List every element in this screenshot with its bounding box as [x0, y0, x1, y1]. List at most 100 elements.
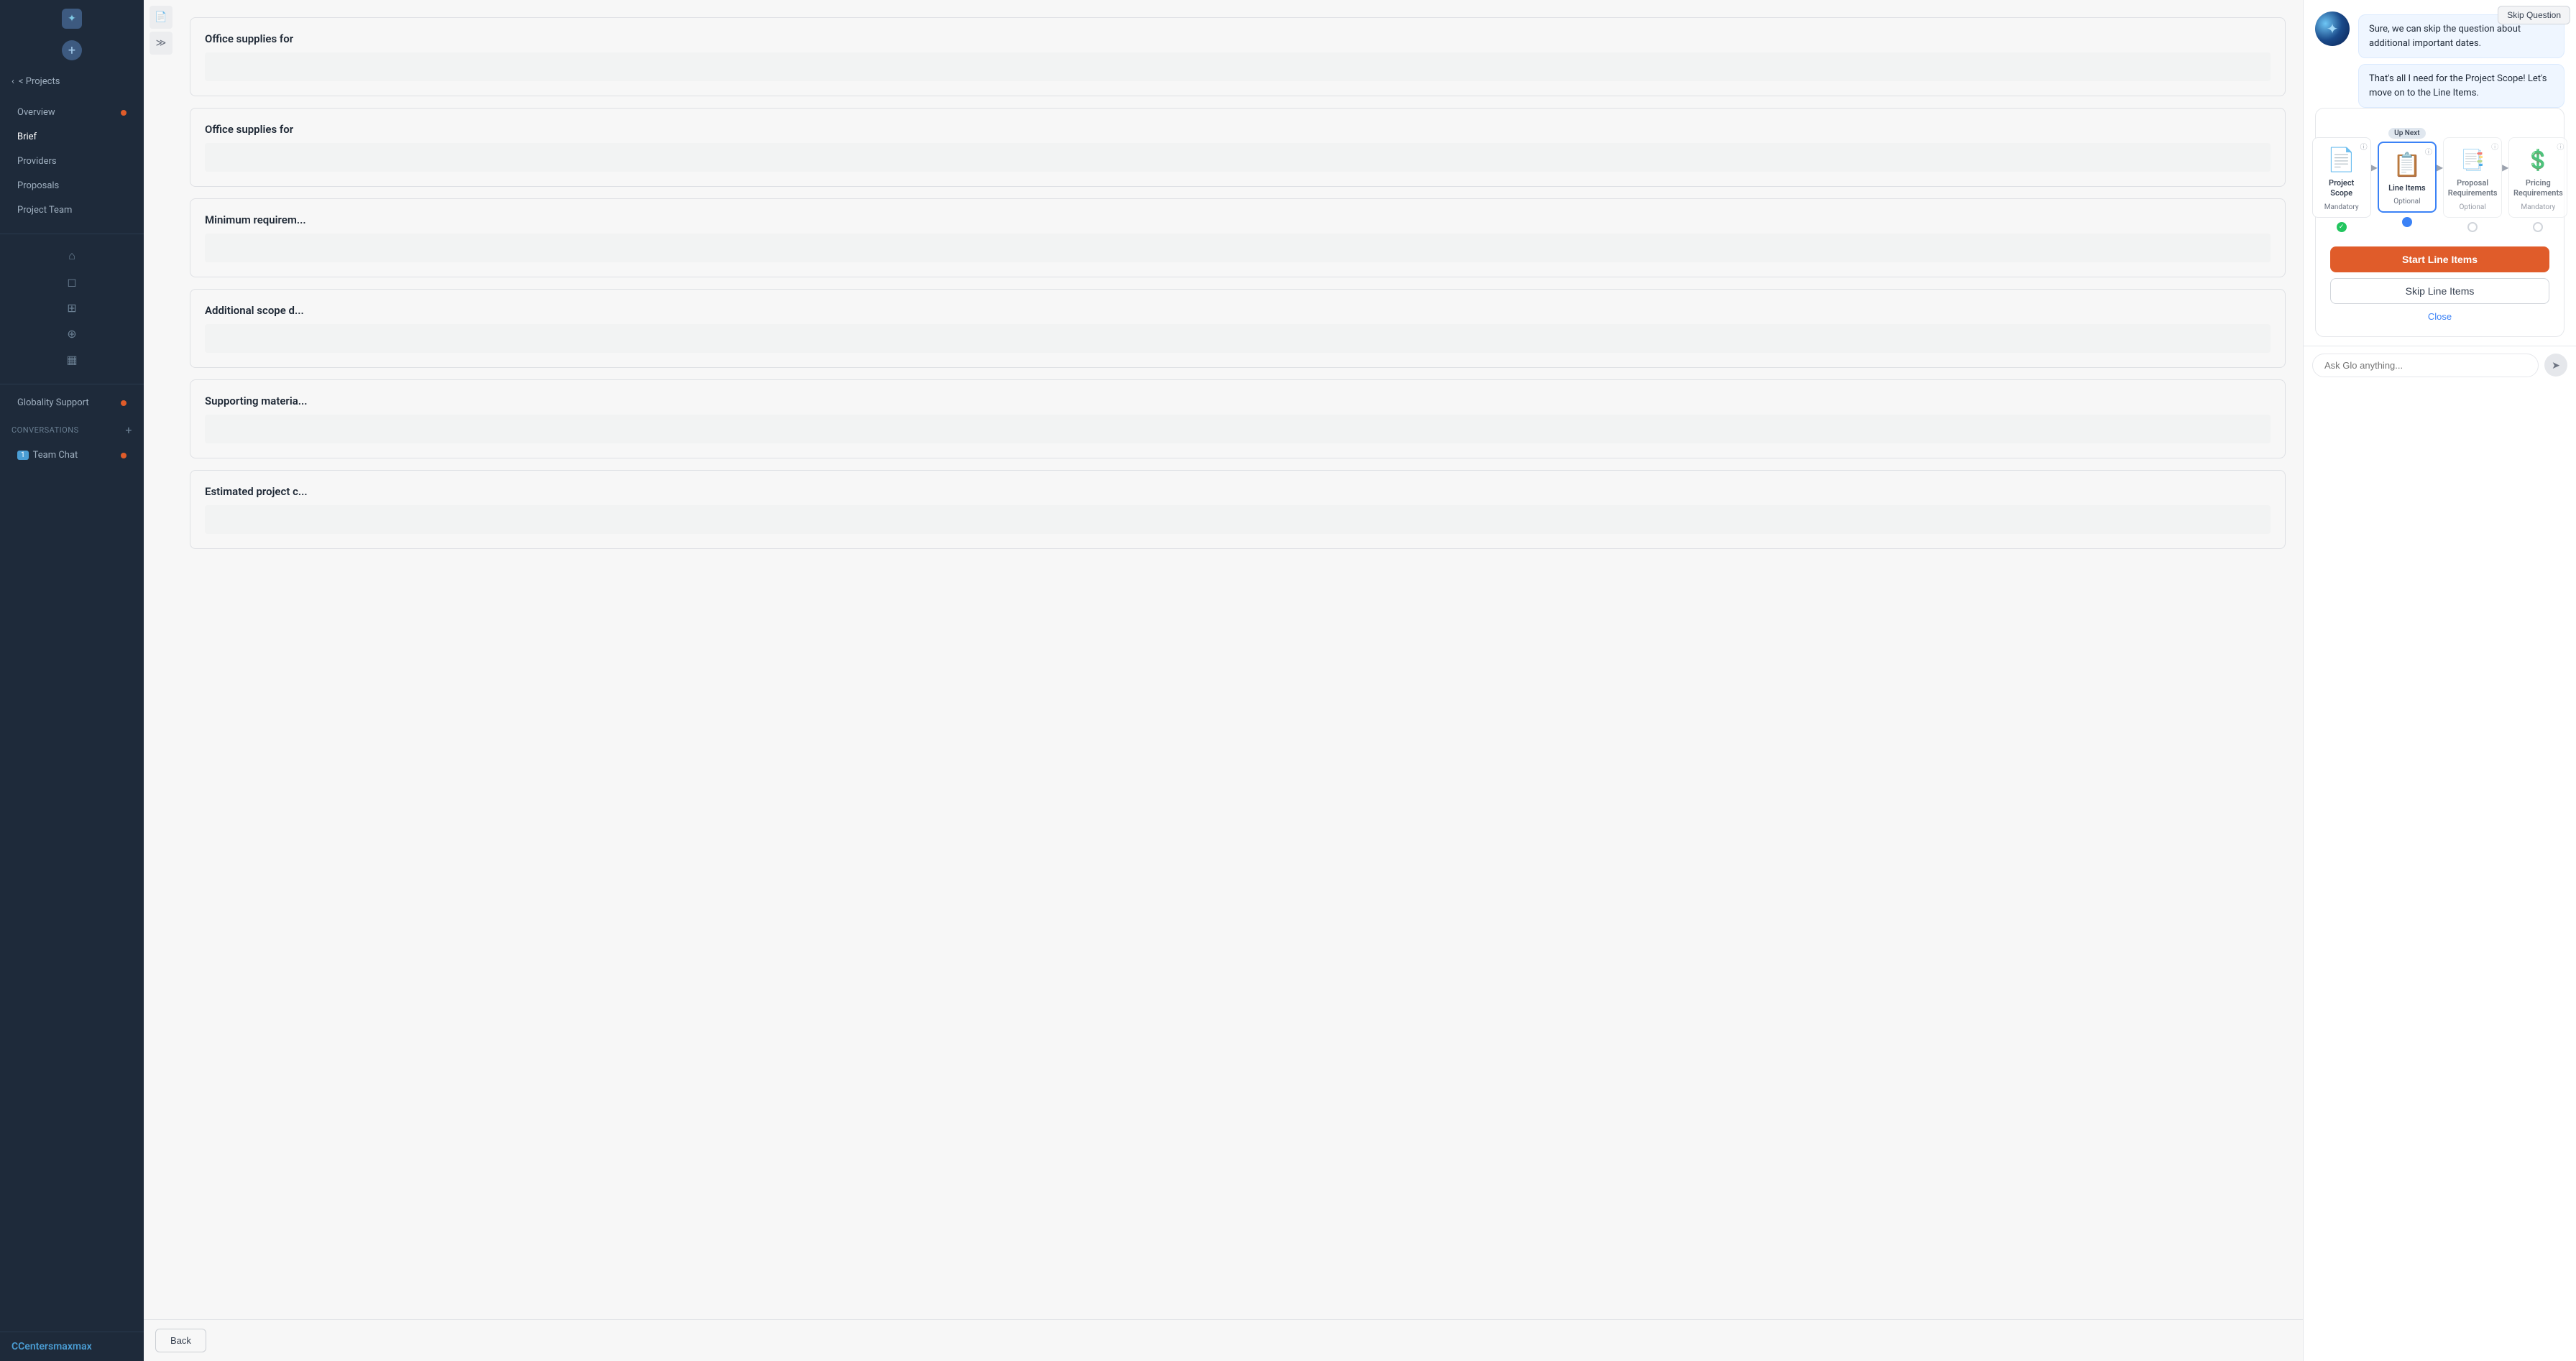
- step-card-project-scope: ⓘ 📄 Project Scope Mandatory: [2312, 137, 2371, 218]
- progress-dialog: ⓘ 📄 Project Scope Mandatory ✓ ▶ Up Next …: [2315, 108, 2564, 337]
- add-conversation-icon[interactable]: +: [125, 423, 132, 437]
- form-section-2-body: [205, 143, 2271, 172]
- step-info-icon-line-items: ⓘ: [2425, 146, 2432, 157]
- sidebar-item-providers-label: Providers: [17, 156, 57, 167]
- sidebar-nav: Overview Brief Providers Proposals Proje…: [0, 94, 144, 1332]
- step-indicator-pricing-req: [2533, 222, 2543, 232]
- form-section-3-body: [205, 234, 2271, 262]
- sidebar-item-brief[interactable]: Brief: [6, 125, 138, 149]
- conversations-section: Conversations +: [0, 417, 144, 443]
- back-arrow-icon: ‹: [12, 76, 14, 87]
- step-icon-proposal-req: 📑: [2458, 145, 2487, 174]
- sidebar-item-proposals[interactable]: Proposals: [6, 174, 138, 198]
- sidebar-item-overview[interactable]: Overview: [6, 101, 138, 124]
- sidebar-item-brief-label: Brief: [17, 132, 37, 142]
- chat-send-button[interactable]: ➤: [2544, 354, 2567, 377]
- step-project-scope: ⓘ 📄 Project Scope Mandatory ✓: [2312, 123, 2371, 232]
- form-section-1: Office supplies for: [190, 17, 2286, 96]
- bottom-bar: Back: [144, 1319, 2303, 1361]
- step-label-line-items: Line Items: [2388, 183, 2426, 193]
- skip-question-button[interactable]: Skip Question: [2498, 6, 2570, 24]
- form-section-2-title: Office supplies for: [205, 123, 2271, 136]
- form-section-6: Estimated project c...: [190, 470, 2286, 549]
- step-icon-pricing-req: 💲: [2524, 145, 2552, 174]
- team-chat-dot: [121, 453, 126, 458]
- form-section-4: Additional scope d...: [190, 289, 2286, 368]
- step-icon-line-items: 📋: [2393, 150, 2421, 179]
- close-button[interactable]: Close: [2428, 311, 2452, 322]
- brand-logo: CCentersmaxmax: [12, 1341, 132, 1352]
- back-to-projects-link[interactable]: ‹ < Projects: [0, 69, 144, 94]
- form-section-2: Office supplies for: [190, 108, 2286, 187]
- arrow-icon-3: ▶: [2502, 162, 2508, 172]
- globality-support-dot: [121, 400, 126, 406]
- start-line-items-button[interactable]: Start Line Items: [2330, 246, 2549, 272]
- sidebar-footer: CCentersmaxmax: [0, 1332, 144, 1361]
- form-section-1-body: [205, 52, 2271, 81]
- document-panel-icon[interactable]: 📄: [150, 6, 172, 29]
- form-section-6-title: Estimated project c...: [205, 485, 2271, 498]
- panel-icons: 📄 ≫: [150, 6, 172, 55]
- step-info-icon-project-scope: ⓘ: [2360, 141, 2368, 152]
- conversations-label: Conversations: [12, 425, 79, 435]
- sidebar-item-globality-support[interactable]: Globality Support: [6, 391, 138, 415]
- team-chat-label: Team Chat: [33, 450, 78, 461]
- step-indicator-proposal-req: [2467, 222, 2478, 232]
- form-section-4-body: [205, 324, 2271, 353]
- form-section-3-title: Minimum requirem...: [205, 213, 2271, 226]
- app-logo-icon: ✦: [62, 9, 82, 29]
- step-badge-pricing-req: Mandatory: [2521, 203, 2555, 211]
- step-badge-line-items: Optional: [2393, 198, 2420, 206]
- step-line-items: Up Next ⓘ 📋 Line Items Optional: [2378, 128, 2437, 227]
- step-pricing-requirements: ⓘ 💲 Pricing Requirements Mandatory: [2508, 123, 2567, 232]
- add-button[interactable]: +: [62, 40, 82, 60]
- arrow-icon-1: ▶: [2371, 162, 2378, 172]
- form-section-1-title: Office supplies for: [205, 32, 2271, 45]
- connector-3: ▶: [2502, 162, 2508, 193]
- form-area: 📄 ≫ Office supplies for Office supplies …: [144, 0, 2303, 1361]
- step-proposal-requirements: ⓘ 📑 Proposal Requirements Optional: [2443, 123, 2502, 232]
- step-label-proposal-req: Proposal Requirements: [2448, 178, 2498, 199]
- step-label-project-scope: Project Scope: [2317, 178, 2366, 199]
- chart-icon[interactable]: ▦: [59, 346, 85, 372]
- up-next-badge: Up Next: [2388, 128, 2425, 139]
- chat-panel: Skip Question Sure, we can skip the ques…: [2303, 0, 2576, 1361]
- main-content: 📄 ≫ Office supplies for Office supplies …: [144, 0, 2576, 1361]
- skip-line-items-button[interactable]: Skip Line Items: [2330, 278, 2549, 304]
- step-badge-project-scope: Mandatory: [2324, 203, 2359, 211]
- step-card-proposal-requirements: ⓘ 📑 Proposal Requirements Optional: [2443, 137, 2502, 218]
- connector-2: ▶: [2437, 162, 2443, 193]
- form-section-3: Minimum requirem...: [190, 198, 2286, 277]
- glo-avatar: [2315, 11, 2350, 46]
- step-card-line-items: ⓘ 📋 Line Items Optional: [2378, 142, 2437, 213]
- globality-support-label: Globality Support: [17, 397, 89, 408]
- arrow-icon-2: ▶: [2437, 162, 2443, 172]
- form-section-4-title: Additional scope d...: [205, 304, 2271, 317]
- chat-input-bar: ➤: [2304, 346, 2576, 384]
- sidebar-item-overview-label: Overview: [17, 107, 55, 118]
- back-button[interactable]: Back: [155, 1329, 206, 1352]
- form-section-6-body: [205, 505, 2271, 534]
- expand-panel-icon[interactable]: ≫: [150, 32, 172, 55]
- step-icon-project-scope: 📄: [2327, 145, 2356, 174]
- step-card-pricing-requirements: ⓘ 💲 Pricing Requirements Mandatory: [2508, 137, 2567, 218]
- grid-icon[interactable]: ⊕: [59, 320, 85, 346]
- sidebar-item-providers[interactable]: Providers: [6, 149, 138, 173]
- team-chat-badge: 1: [17, 451, 29, 460]
- home-icon[interactable]: ⌂: [59, 243, 85, 269]
- chat-input[interactable]: [2312, 354, 2539, 377]
- step-indicator-line-items: [2402, 217, 2412, 227]
- people-icon[interactable]: ⊞: [59, 295, 85, 320]
- form-section-5: Supporting materia...: [190, 379, 2286, 458]
- sidebar: ✦ + ‹ < Projects Overview Brief Provider…: [0, 0, 144, 1361]
- connector-1: ▶: [2371, 162, 2378, 193]
- step-badge-proposal-req: Optional: [2459, 203, 2485, 211]
- sidebar-item-project-team[interactable]: Project Team: [6, 198, 138, 222]
- sidebar-item-team-chat[interactable]: 1 Team Chat: [6, 443, 138, 467]
- chat-bubble-2: That's all I need for the Project Scope!…: [2358, 64, 2564, 108]
- sidebar-item-project-team-label: Project Team: [17, 205, 72, 216]
- step-indicator-project-scope: ✓: [2337, 222, 2347, 232]
- step-info-icon-pricing-req: ⓘ: [2557, 141, 2564, 152]
- form-section-5-body: [205, 415, 2271, 443]
- document-icon[interactable]: ◻: [59, 269, 85, 295]
